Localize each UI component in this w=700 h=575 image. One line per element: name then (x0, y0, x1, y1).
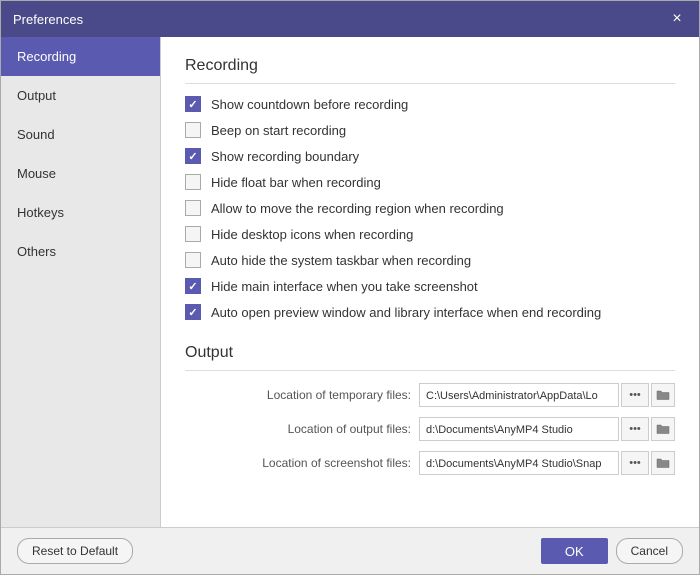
checkbox-beep[interactable] (185, 122, 201, 138)
screenshot-files-folder-button[interactable] (651, 451, 675, 475)
checkbox-countdown[interactable] (185, 96, 201, 112)
checkbox-hideinterface-label: Hide main interface when you take screen… (211, 279, 478, 294)
dialog-footer: Reset to Default OK Cancel (1, 527, 699, 574)
sidebar-item-hotkeys[interactable]: Hotkeys (1, 193, 160, 232)
checkbox-taskbar-label: Auto hide the system taskbar when record… (211, 253, 471, 268)
sidebar-item-mouse[interactable]: Mouse (1, 154, 160, 193)
dialog-title: Preferences (13, 12, 83, 27)
checkbox-row-boundary: Show recording boundary (185, 148, 675, 164)
temp-files-input[interactable]: C:\Users\Administrator\AppData\Lo (419, 383, 619, 407)
sidebar: Recording Output Sound Mouse Hotkeys Oth… (1, 37, 161, 527)
checkbox-autoopen-label: Auto open preview window and library int… (211, 305, 601, 320)
screenshot-files-label: Location of screenshot files: (262, 456, 411, 470)
output-files-folder-button[interactable] (651, 417, 675, 441)
ok-button[interactable]: OK (541, 538, 608, 564)
sidebar-item-others[interactable]: Others (1, 232, 160, 271)
reset-to-default-button[interactable]: Reset to Default (17, 538, 133, 564)
close-button[interactable]: × (667, 9, 687, 29)
checkbox-row-moveregion: Allow to move the recording region when … (185, 200, 675, 216)
checkbox-boundary[interactable] (185, 148, 201, 164)
checkbox-floatbar[interactable] (185, 174, 201, 190)
checkbox-floatbar-label: Hide float bar when recording (211, 175, 381, 190)
checkbox-boundary-label: Show recording boundary (211, 149, 359, 164)
screenshot-files-row: Location of screenshot files: d:\Documen… (185, 451, 675, 475)
recording-section-title: Recording (185, 57, 675, 84)
output-files-label: Location of output files: (288, 422, 411, 436)
checkbox-beep-label: Beep on start recording (211, 123, 346, 138)
checkbox-row-desktopicons: Hide desktop icons when recording (185, 226, 675, 242)
output-files-input[interactable]: d:\Documents\AnyMP4 Studio (419, 417, 619, 441)
main-content: Recording Show countdown before recordin… (161, 37, 699, 527)
checkbox-countdown-label: Show countdown before recording (211, 97, 408, 112)
checkbox-autoopen[interactable] (185, 304, 201, 320)
cancel-button[interactable]: Cancel (616, 538, 683, 564)
output-section-title: Output (185, 344, 675, 371)
footer-buttons: OK Cancel (541, 538, 683, 564)
title-bar: Preferences × (1, 1, 699, 37)
recording-section: Recording Show countdown before recordin… (185, 57, 675, 320)
temp-files-row: Location of temporary files: C:\Users\Ad… (185, 383, 675, 407)
temp-files-dots-button[interactable]: ••• (621, 383, 649, 407)
screenshot-files-dots-button[interactable]: ••• (621, 451, 649, 475)
screenshot-files-input[interactable]: d:\Documents\AnyMP4 Studio\Snap (419, 451, 619, 475)
output-files-dots-button[interactable]: ••• (621, 417, 649, 441)
checkbox-row-hideinterface: Hide main interface when you take screen… (185, 278, 675, 294)
checkbox-row-taskbar: Auto hide the system taskbar when record… (185, 252, 675, 268)
checkbox-moveregion[interactable] (185, 200, 201, 216)
checkbox-desktopicons[interactable] (185, 226, 201, 242)
checkbox-row-floatbar: Hide float bar when recording (185, 174, 675, 190)
sidebar-item-output[interactable]: Output (1, 76, 160, 115)
sidebar-item-sound[interactable]: Sound (1, 115, 160, 154)
sidebar-item-recording[interactable]: Recording (1, 37, 160, 76)
checkbox-desktopicons-label: Hide desktop icons when recording (211, 227, 413, 242)
temp-files-label: Location of temporary files: (267, 388, 411, 402)
output-section: Output Location of temporary files: C:\U… (185, 344, 675, 475)
checkbox-hideinterface[interactable] (185, 278, 201, 294)
preferences-dialog: Preferences × Recording Output Sound Mou… (0, 0, 700, 575)
temp-files-folder-button[interactable] (651, 383, 675, 407)
checkbox-row-countdown: Show countdown before recording (185, 96, 675, 112)
dialog-body: Recording Output Sound Mouse Hotkeys Oth… (1, 37, 699, 527)
checkbox-row-autoopen: Auto open preview window and library int… (185, 304, 675, 320)
checkbox-moveregion-label: Allow to move the recording region when … (211, 201, 504, 216)
checkbox-taskbar[interactable] (185, 252, 201, 268)
checkbox-row-beep: Beep on start recording (185, 122, 675, 138)
output-files-row: Location of output files: d:\Documents\A… (185, 417, 675, 441)
